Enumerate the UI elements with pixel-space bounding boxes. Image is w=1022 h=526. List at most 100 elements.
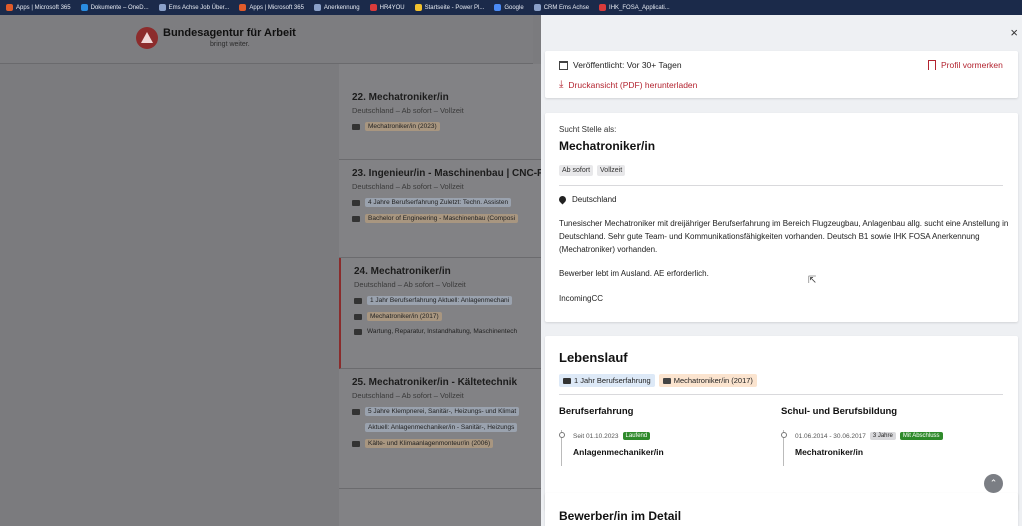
result-title[interactable]: 24. Mechatroniker/in (354, 266, 541, 277)
result-title[interactable]: 22. Mechatroniker/in (352, 92, 541, 103)
result-attribute-row: Kälte- und Klimaanlagenmonteur/in (2006) (352, 439, 541, 448)
published-text: Veröffentlicht: Vor 30+ Tagen (573, 60, 682, 70)
divider (559, 394, 1003, 395)
result-attribute-text: 1 Jahr Berufserfahrung Aktuell: Anlagenm… (367, 296, 513, 305)
download-pdf-link[interactable]: ⤓ Druckansicht (PDF) herunterladen (559, 79, 697, 90)
result-attribute-row: 4 Jahre Berufserfahrung Zuletzt: Techn. … (352, 198, 541, 207)
job-title: Mechatroniker/in (559, 139, 656, 153)
education-date: 01.06.2014 - 30.06.2017 (795, 432, 866, 440)
ba-logo-icon[interactable] (136, 27, 158, 49)
job-tags: Ab sofort Vollzeit (559, 165, 626, 176)
divider (559, 185, 1003, 186)
tag-start: Ab sofort (559, 165, 594, 176)
close-icon[interactable]: × (1010, 25, 1018, 40)
result-card[interactable]: 24. Mechatroniker/in Deutschland – Ab sof… (339, 258, 541, 369)
source-text: IncomingCC (559, 294, 604, 303)
education-date-line: 01.06.2014 - 30.06.2017 3 Jahre Mit Absc… (795, 432, 943, 440)
bookmark-item[interactable]: Dokumente – OneD... (80, 4, 149, 11)
result-card[interactable]: 23. Ingenieur/in - Maschinenbau | CNC-Fr… (339, 160, 541, 258)
result-attribute-text: Aktuell: Anlagenmechaniker/in - Sanitär-… (365, 423, 518, 432)
result-meta: Deutschland – Ab sofort – Vollzeit (352, 182, 464, 191)
location-pin-icon (557, 194, 568, 205)
bookmark-item[interactable]: IHK_FOSA_Applicati... (599, 4, 670, 11)
timeline-dot-icon (559, 432, 565, 438)
briefcase-icon (563, 377, 571, 384)
bookmark-favicon-icon (313, 4, 321, 11)
graduation-cap-icon (352, 215, 360, 222)
result-attribute-row: Aktuell: Anlagenmechaniker/in - Sanitär-… (352, 423, 541, 432)
location-text: Deutschland (572, 195, 617, 204)
experience-date: Seit 01.10.2023 (573, 432, 619, 440)
graduation-cap-icon (662, 377, 671, 384)
cv-card: Lebenslauf 1 Jahr Berufserfahrung Mechat… (545, 336, 1018, 510)
bookmark-label: Apps | Microsoft 365 (16, 4, 71, 11)
cv-chips: 1 Jahr Berufserfahrung Mechatroniker/in … (559, 374, 757, 387)
result-meta: Deutschland – Ab sofort – Vollzeit (354, 280, 466, 289)
download-text: Druckansicht (PDF) herunterladen (568, 79, 698, 90)
filter-column (0, 64, 340, 526)
result-attribute-text: 5 Jahre Klempnerei, Sanitär-, Heizungs- … (365, 407, 520, 416)
result-attribute-row: Mechatroniker/in (2023) (352, 122, 541, 131)
briefcase-icon (354, 297, 362, 304)
detail-heading: Bewerber/in im Detail (559, 509, 682, 523)
education-duration-badge: 3 Jahre (869, 432, 896, 440)
experience-date-line: Seit 01.10.2023 Laufend (573, 432, 651, 440)
result-title[interactable]: 25. Mechatroniker/in - Kältetechnik (352, 377, 541, 388)
location-line: Deutschland (557, 194, 617, 205)
site-title: Bundesagentur für Arbeit (163, 27, 296, 39)
result-title[interactable]: 23. Ingenieur/in - Maschinenbau | CNC-Fr… (352, 168, 541, 179)
result-attribute-text: Wartung, Reparatur, Instandhaltung, Masc… (367, 328, 518, 335)
scroll-to-top-button[interactable]: ⌃ (984, 474, 1003, 493)
bookmark-item[interactable]: Anerkennung (313, 4, 360, 11)
bookmark-item[interactable]: HR4YOU (369, 4, 405, 11)
bookmark-item[interactable]: Google (494, 4, 524, 11)
bookmark-item[interactable]: Apps | Microsoft 365 (6, 4, 71, 11)
bookmark-favicon-icon (599, 4, 607, 11)
cv-experience-chip: 1 Jahr Berufserfahrung (559, 374, 655, 387)
save-profile-button[interactable]: Profil vormerken (928, 60, 1003, 70)
result-attribute-text: Kälte- und Klimaanlagenmonteur/in (2006) (365, 439, 494, 448)
bookmark-favicon-icon (414, 4, 422, 11)
bookmark-item[interactable]: Startseite - Power Pl... (414, 4, 484, 11)
site-header: Bundesagentur für Arbeit bringt weiter. (0, 15, 533, 64)
bookmark-label: Dokumente – OneD... (90, 4, 149, 11)
bookmark-label: HR4YOU (379, 4, 405, 11)
graduation-cap-icon (352, 440, 360, 447)
bookmark-label: Google (504, 4, 524, 11)
result-card[interactable]: 22. Mechatroniker/in Deutschland – Ab sof… (339, 84, 541, 160)
result-attribute-text: Bachelor of Engineering - Maschinenbau (… (365, 214, 519, 223)
bookmark-favicon-icon (80, 4, 88, 11)
result-attribute-row: Mechatroniker/in (2017) (354, 312, 541, 321)
bookmark-item[interactable]: Apps | Microsoft 365 (239, 4, 304, 11)
download-icon: ⤓ (559, 79, 564, 90)
seeking-label: Sucht Stelle als: (559, 125, 617, 134)
cv-education-chip: Mechatroniker/in (2017) (658, 374, 757, 387)
job-seeking-card: Sucht Stelle als: Mechatroniker/in Ab so… (545, 113, 1018, 322)
bookmarks-bar: Apps | Microsoft 365 Dokumente – OneD... E… (0, 0, 1022, 15)
bookmark-favicon-icon (494, 4, 502, 11)
result-card[interactable]: 25. Mechatroniker/in - Kältetechnik Deuts… (339, 369, 541, 489)
tag-worktime: Vollzeit (597, 165, 626, 176)
bookmark-favicon-icon (369, 4, 377, 11)
result-attribute-row: Bachelor of Engineering - Maschinenbau (… (352, 214, 541, 223)
star-icon (354, 328, 362, 335)
result-meta: Deutschland – Ab sofort – Vollzeit (352, 391, 464, 400)
result-attribute-text: Mechatroniker/in (2023) (365, 122, 440, 131)
bookmark-item[interactable]: CRM Ems Achse (533, 4, 589, 11)
bookmark-item[interactable]: Ems Achse Job Über... (158, 4, 229, 11)
result-attribute-text: 4 Jahre Berufserfahrung Zuletzt: Techn. … (365, 198, 512, 207)
bookmark-favicon-icon (158, 4, 166, 11)
cv-education-text: Mechatroniker/in (2017) (673, 376, 753, 385)
timeline-dot-icon (781, 432, 787, 438)
briefcase-icon (352, 408, 360, 415)
result-attribute-row: 1 Jahr Berufserfahrung Aktuell: Anlagenm… (354, 296, 541, 305)
actions-card: Veröffentlicht: Vor 30+ Tagen ⤓ Druckans… (545, 51, 1018, 98)
result-attribute-text: Mechatroniker/in (2017) (367, 312, 442, 321)
bookmark-label: IHK_FOSA_Applicati... (609, 4, 670, 11)
cv-experience-text: 1 Jahr Berufserfahrung (574, 376, 651, 385)
cv-heading: Lebenslauf (559, 350, 628, 365)
briefcase-icon (352, 199, 360, 206)
detail-card: Bewerber/in im Detail (545, 493, 1018, 526)
result-attribute-row: 5 Jahre Klempnerei, Sanitär-, Heizungs- … (352, 407, 541, 416)
graduation-cap-icon (354, 313, 362, 320)
